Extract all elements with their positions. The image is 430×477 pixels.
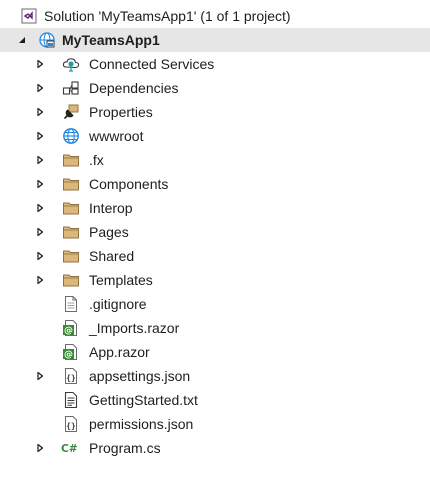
chevron-right-icon[interactable] [34, 178, 46, 190]
solution-explorer-tree: Solution 'MyTeamsApp1' (1 of 1 project) … [0, 4, 430, 460]
tree-item[interactable]: Templates [0, 268, 430, 292]
properties-wrench-icon [62, 103, 80, 121]
svg-text:@: @ [64, 326, 73, 336]
svg-text:{}: {} [66, 374, 76, 383]
tree-item-label: wwwroot [89, 128, 144, 144]
tree-item[interactable]: Connected Services [0, 52, 430, 76]
folder-icon [62, 175, 80, 193]
svg-text:@: @ [64, 350, 73, 360]
razor-file-icon: @ [62, 319, 80, 337]
tree-item-label: Templates [89, 272, 153, 288]
tree-item-label: Shared [89, 248, 135, 264]
tree-item[interactable]: @ _Imports.razor [0, 316, 430, 340]
folder-icon [62, 271, 80, 289]
chevron-right-icon[interactable] [34, 442, 46, 454]
tree-item-label: Connected Services [89, 56, 215, 72]
tree-item[interactable]: Interop [0, 196, 430, 220]
razor-file-icon: @ [62, 343, 80, 361]
tree-item-label: Dependencies [89, 80, 179, 96]
chevron-right-icon[interactable] [34, 130, 46, 142]
folder-icon [62, 247, 80, 265]
chevron-right-icon[interactable] [34, 226, 46, 238]
tree-item[interactable]: GettingStarted.txt [0, 388, 430, 412]
visual-studio-solution-icon [20, 7, 38, 25]
tree-item[interactable]: wwwroot [0, 124, 430, 148]
folder-icon [62, 199, 80, 217]
tree-item[interactable]: @ App.razor [0, 340, 430, 364]
folder-icon [62, 151, 80, 169]
json-file-icon: {} [62, 367, 80, 385]
tree-item-label: Components [89, 176, 169, 192]
tree-item-label: permissions.json [89, 416, 194, 432]
tree-item[interactable]: Properties [0, 100, 430, 124]
tree-item-label: App.razor [89, 344, 150, 360]
chevron-right-icon[interactable] [34, 250, 46, 262]
tree-item-label: Interop [89, 200, 133, 216]
tree-item[interactable]: Pages [0, 220, 430, 244]
chevron-right-icon[interactable] [34, 106, 46, 118]
svg-text:{}: {} [66, 422, 76, 431]
web-project-icon [38, 31, 56, 49]
chevron-expanded-icon[interactable] [16, 34, 28, 46]
connected-services-icon [62, 55, 80, 73]
json-file-icon: {} [62, 415, 80, 433]
tree-item[interactable]: Dependencies [0, 76, 430, 100]
svg-text:C#: C# [61, 442, 78, 455]
tree-item-label: GettingStarted.txt [89, 392, 198, 408]
chevron-right-icon[interactable] [34, 274, 46, 286]
globe-icon [62, 127, 80, 145]
project-node[interactable]: MyTeamsApp1 [0, 28, 430, 52]
tree-item[interactable]: .fx [0, 148, 430, 172]
tree-item[interactable]: {} permissions.json [0, 412, 430, 436]
chevron-right-icon[interactable] [34, 58, 46, 70]
tree-item[interactable]: .gitignore [0, 292, 430, 316]
tree-item-label: Pages [89, 224, 129, 240]
tree-item-label: Program.cs [89, 440, 161, 456]
chevron-right-icon[interactable] [34, 202, 46, 214]
tree-item[interactable]: Shared [0, 244, 430, 268]
tree-item-label: .fx [89, 152, 104, 168]
txt-file-icon [62, 391, 80, 409]
tree-item-label: appsettings.json [89, 368, 191, 384]
tree-item-label: Properties [89, 104, 153, 120]
tree-item[interactable]: C# Program.cs [0, 436, 430, 460]
chevron-right-icon[interactable] [34, 154, 46, 166]
project-label: MyTeamsApp1 [62, 32, 160, 48]
chevron-right-icon[interactable] [34, 82, 46, 94]
dependencies-icon [62, 79, 80, 97]
tree-item[interactable]: {} appsettings.json [0, 364, 430, 388]
tree-item-label: _Imports.razor [89, 320, 180, 336]
csharp-file-icon: C# [61, 439, 79, 457]
chevron-right-icon[interactable] [34, 370, 46, 382]
solution-label: Solution 'MyTeamsApp1' (1 of 1 project) [44, 8, 291, 24]
folder-icon [62, 223, 80, 241]
solution-node[interactable]: Solution 'MyTeamsApp1' (1 of 1 project) [0, 4, 430, 28]
tree-item[interactable]: Components [0, 172, 430, 196]
text-file-icon [62, 295, 80, 313]
tree-item-label: .gitignore [89, 296, 147, 312]
